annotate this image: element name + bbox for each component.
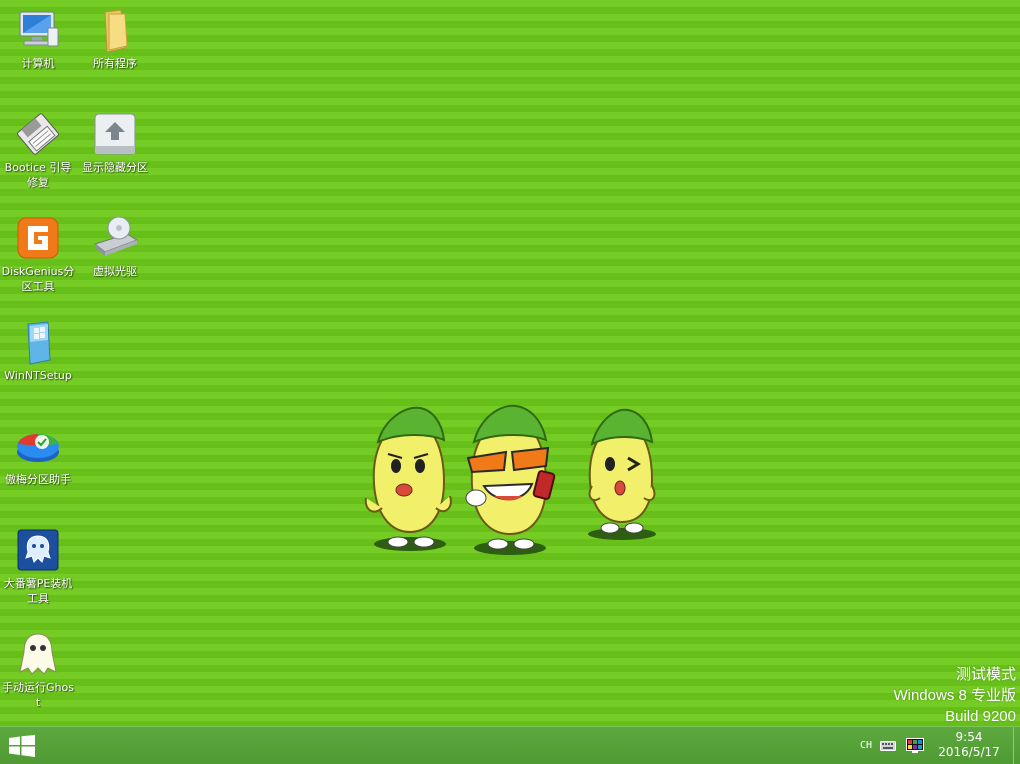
display-icon [906, 737, 924, 753]
tray-keyboard[interactable] [878, 727, 898, 764]
desktop-icon-label: Bootice 引导修复 [4, 161, 72, 189]
computer-icon [19, 11, 59, 47]
desktop-icon-winntsetup[interactable]: WinNTSetup [0, 314, 76, 383]
tray-input-method[interactable]: CH [855, 727, 877, 764]
diskgenius-icon [17, 217, 59, 259]
desktop-icon-all-programs[interactable]: 所有程序 [77, 2, 153, 71]
desktop-icon-computer[interactable]: 计算机 [0, 2, 76, 71]
taskbar[interactable]: CH 9:54 2016/5/17 [0, 726, 1020, 764]
mascot-wink [588, 408, 656, 540]
start-button[interactable] [0, 727, 44, 764]
watermark-test-mode: 测试模式 [955, 666, 1016, 683]
wallpaper-mascots [364, 404, 656, 555]
test-mode-watermark: 测试模式 Windows 8 专业版 Build 9200 [893, 664, 1016, 726]
partition-icon [94, 113, 136, 155]
dafanshu-icon [17, 529, 59, 571]
desktop-icon-ghost[interactable]: 手动运行Ghost [0, 626, 76, 710]
folder-icon [104, 9, 128, 53]
mascot-cool [465, 404, 556, 555]
desktop-icon-label: 计算机 [21, 57, 55, 70]
tray-display[interactable] [904, 727, 926, 764]
desktop-icon-show-hidden-partition[interactable]: 显示隐藏分区 [77, 106, 153, 175]
bootice-icon [17, 113, 59, 155]
desktop-icon-aomei[interactable]: 傲梅分区助手 [0, 418, 76, 487]
desktop-icon-label: WinNTSetup [4, 369, 72, 382]
desktop-icon-label: 虚拟光驱 [93, 265, 137, 278]
desktop-icon-virtual-drive[interactable]: 虚拟光驱 [77, 210, 153, 279]
desktop-icon-label: 手动运行Ghost [2, 681, 74, 709]
clock-date: 2016/5/17 [938, 745, 1000, 759]
desktop-icon-bootice[interactable]: Bootice 引导修复 [0, 106, 76, 190]
desktop-icon-label: 所有程序 [93, 57, 137, 70]
desktop[interactable]: 计算机 所有程序 Bootice 引导修复 显示隐藏分区 DiskGenius分… [0, 0, 1020, 726]
keyboard-icon [880, 740, 896, 751]
mascot-confused [364, 406, 452, 551]
aomei-icon [17, 433, 59, 462]
virtual-drive-icon [93, 216, 139, 256]
clock-time: 9:54 [955, 730, 983, 744]
windows-logo-icon [9, 735, 35, 757]
winntsetup-icon [27, 321, 51, 365]
desktop-icon-label: 傲梅分区助手 [5, 473, 71, 486]
desktop-icon-diskgenius[interactable]: DiskGenius分区工具 [0, 210, 76, 294]
desktop-icon-dafanshu-pe[interactable]: 大番薯PE装机工具 [0, 522, 76, 606]
taskbar-clock[interactable]: 9:54 2016/5/17 [930, 730, 1008, 760]
desktop-icon-label: DiskGenius分区工具 [1, 265, 75, 293]
desktop-icon-label: 显示隐藏分区 [82, 161, 148, 174]
watermark-build: Build 9200 [945, 708, 1016, 725]
ghost-icon [19, 633, 57, 675]
show-desktop-button[interactable] [1013, 727, 1020, 764]
desktop-icon-label: 大番薯PE装机工具 [3, 577, 73, 605]
watermark-edition: Windows 8 专业版 [893, 687, 1016, 704]
